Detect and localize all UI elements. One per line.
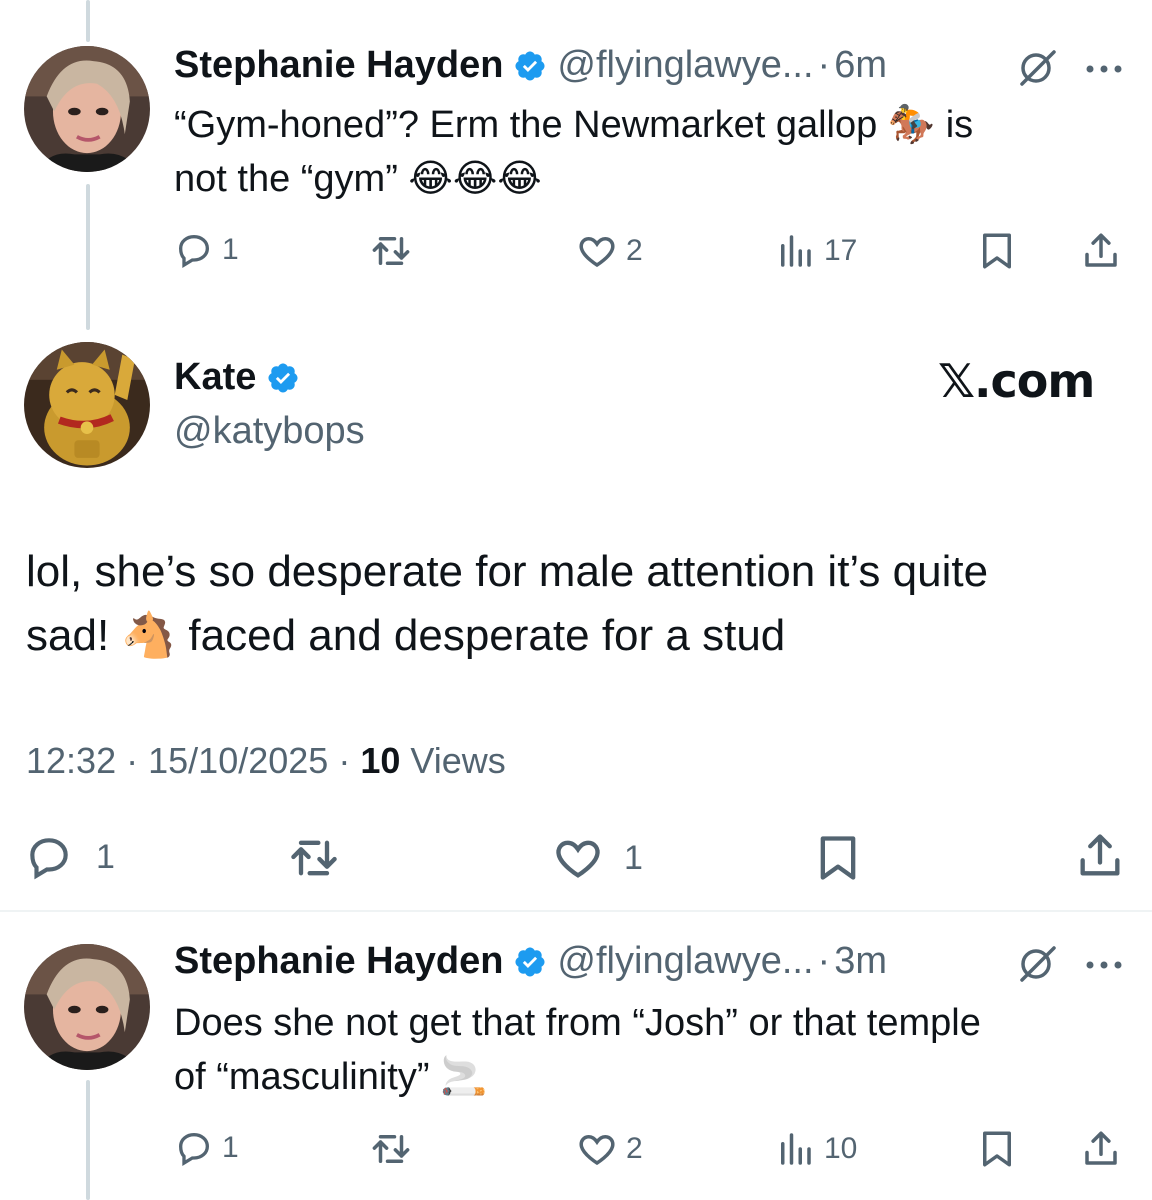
tweet-text: Does she not get that from “Josh” or tha…	[174, 996, 1124, 1104]
tweet-text-line: Does she not get that from “Josh” or tha…	[174, 1002, 981, 1044]
separator-dot: ·	[126, 740, 139, 781]
views-count: 10	[824, 1132, 858, 1165]
views-chart-icon	[781, 1133, 811, 1165]
more-options-icon[interactable]	[1084, 62, 1124, 74]
tweet-text: lol, she’s so desperate for male attenti…	[26, 540, 1126, 668]
retweet-icon	[372, 237, 410, 265]
tweet-meta: 12:32 · 15/10/2025 · 10 Views	[26, 740, 506, 782]
retweet-icon	[291, 840, 337, 876]
heart-icon	[579, 236, 615, 268]
thread-line-2	[86, 1080, 90, 1200]
views-button[interactable]: 10	[774, 1128, 857, 1170]
views-label: Views	[410, 740, 506, 781]
retweet-icon	[372, 1135, 410, 1163]
like-count: 2	[626, 234, 643, 267]
author-handle[interactable]: @flyinglawye...	[557, 940, 813, 983]
views-count: 10	[360, 740, 401, 781]
share-icon	[1085, 233, 1117, 267]
reply-icon	[30, 838, 68, 880]
thread-line-1	[86, 184, 90, 330]
views-count: 17	[824, 234, 858, 267]
bookmark-button[interactable]	[976, 230, 1018, 272]
reply-count: 1	[96, 837, 115, 876]
retweet-button[interactable]	[370, 1128, 412, 1170]
tweet-text: “Gym-honed”? Erm the Newmarket gallop 🏇 …	[174, 98, 1124, 206]
share-button[interactable]	[1080, 1128, 1122, 1170]
bookmark-icon	[820, 836, 856, 880]
tweet-text-line: not the “gym” 😂😂😂	[174, 158, 542, 200]
tweet-date[interactable]: 15/10/2025	[148, 740, 328, 781]
like-button[interactable]: 2	[576, 230, 643, 272]
reply-button[interactable]: 1	[174, 230, 239, 270]
retweet-button[interactable]	[370, 230, 412, 272]
bookmark-button[interactable]	[976, 1128, 1018, 1170]
avatar[interactable]	[24, 46, 150, 172]
share-button[interactable]	[1080, 230, 1122, 272]
bookmark-button[interactable]	[812, 832, 864, 884]
author-name[interactable]: Stephanie Hayden	[174, 44, 503, 87]
reply-count: 1	[222, 1131, 239, 1164]
author-handle[interactable]: @katybops	[174, 410, 365, 453]
reply-button[interactable]: 1	[174, 1128, 239, 1168]
tweet-header: Stephanie Hayden @flyinglawye... · 3m	[174, 940, 887, 983]
share-icon	[1080, 834, 1120, 876]
retweet-button[interactable]	[288, 832, 340, 884]
separator-dot: ·	[817, 44, 831, 86]
author-name[interactable]: Stephanie Hayden	[174, 940, 503, 983]
separator-dot: ·	[338, 740, 351, 781]
like-count: 1	[624, 838, 643, 877]
divider	[0, 910, 1152, 912]
thread-line-top	[86, 0, 90, 42]
grok-icon[interactable]	[1016, 46, 1060, 90]
avatar[interactable]	[24, 342, 150, 468]
tweet-text-line: lol, she’s so desperate for male attenti…	[26, 547, 989, 596]
like-count: 2	[626, 1132, 643, 1165]
author-row: Kate	[174, 356, 310, 399]
author-name[interactable]: Kate	[174, 356, 256, 399]
reply-icon	[178, 1132, 210, 1166]
bookmark-icon	[983, 233, 1011, 269]
more-options-icon[interactable]	[1084, 958, 1124, 970]
tweet-text-line: “Gym-honed”? Erm the Newmarket gallop 🏇 …	[174, 104, 974, 146]
verified-badge-icon[interactable]	[513, 945, 547, 979]
separator-dot: ·	[817, 940, 831, 982]
share-icon	[1085, 1131, 1117, 1165]
bookmark-icon	[983, 1131, 1011, 1167]
timestamp[interactable]: 3m	[834, 940, 887, 983]
reply-icon	[178, 234, 210, 268]
avatar[interactable]	[24, 944, 150, 1070]
reply-button[interactable]: 1	[24, 832, 115, 882]
share-button[interactable]	[1074, 830, 1126, 882]
reply-count: 1	[222, 233, 239, 266]
heart-icon	[556, 840, 600, 878]
verified-badge-icon[interactable]	[266, 361, 300, 395]
like-button[interactable]: 1	[552, 832, 643, 884]
x-logo-watermark: 𝕏.com	[938, 354, 1095, 408]
views-button[interactable]: 17	[774, 230, 857, 272]
tweet-text-line: of “masculinity” 🚬	[174, 1056, 488, 1098]
tweet-text-line: sad! 🐴 faced and desperate for a stud	[26, 611, 786, 660]
tweet-header: Stephanie Hayden @flyinglawye... · 6m	[174, 44, 887, 87]
author-handle[interactable]: @flyinglawye...	[557, 44, 813, 87]
heart-icon	[579, 1134, 615, 1166]
like-button[interactable]: 2	[576, 1128, 643, 1170]
views-chart-icon	[781, 235, 811, 267]
grok-icon[interactable]	[1016, 942, 1060, 986]
tweet-time[interactable]: 12:32	[26, 740, 116, 781]
timestamp[interactable]: 6m	[834, 44, 887, 87]
verified-badge-icon[interactable]	[513, 49, 547, 83]
